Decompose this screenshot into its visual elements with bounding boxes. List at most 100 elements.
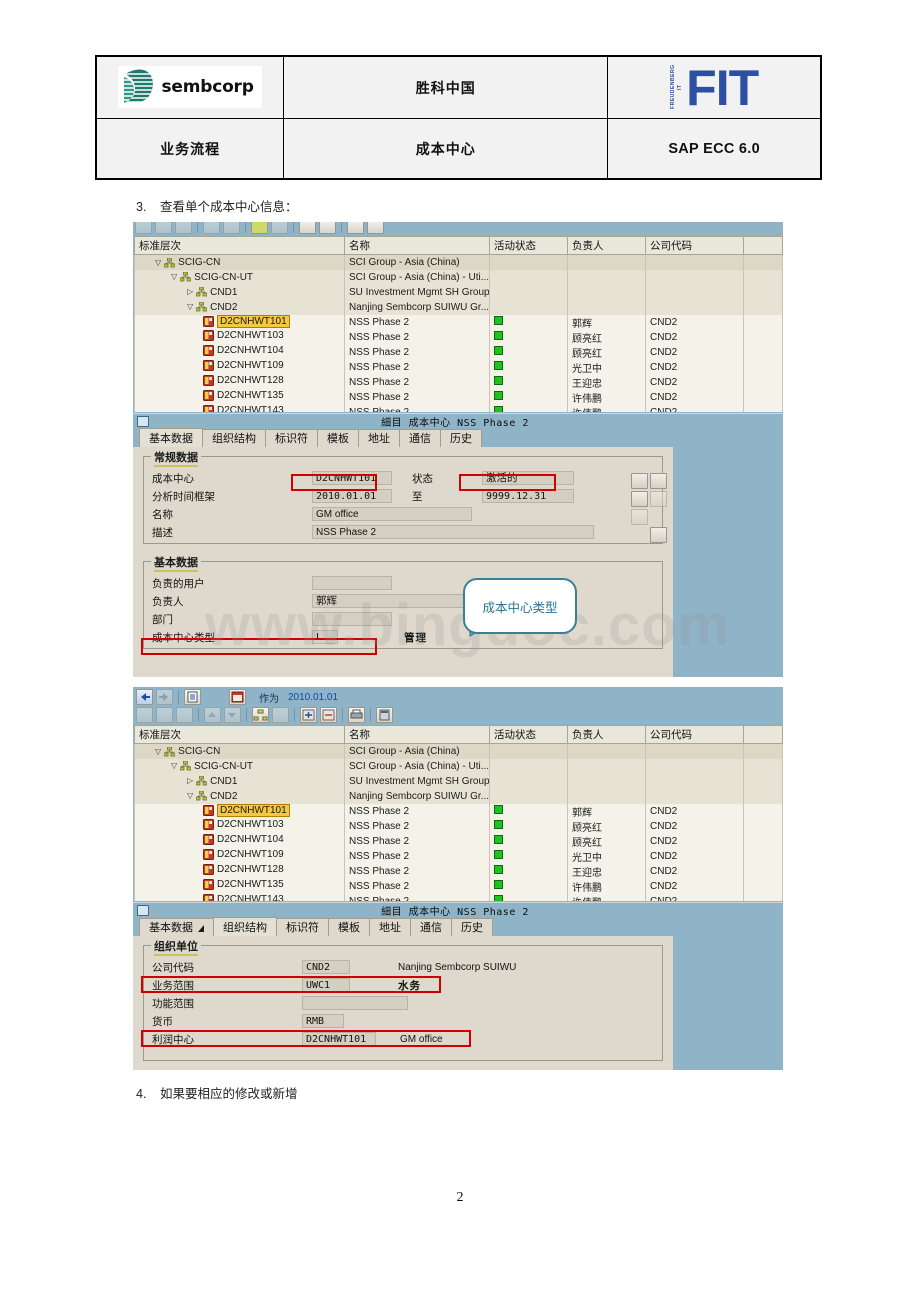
tree-column-header[interactable]: 负责人 [567, 236, 646, 255]
input-profit-center[interactable]: D2CNHWT101 [302, 1032, 376, 1046]
input-company-code[interactable]: CND2 [302, 960, 350, 974]
table-row[interactable]: D2CNHWT109 NSS Phase 2 光卫中 CND2 [134, 848, 783, 864]
tab-模板[interactable]: 模板 [328, 918, 370, 936]
tree-column-header[interactable]: 标准层次 [134, 236, 345, 255]
new-icon-button[interactable] [136, 707, 153, 723]
tree-node-cell[interactable]: D2CNHWT103 [134, 818, 345, 834]
toolbar-icon-copy[interactable] [155, 222, 172, 234]
table-row[interactable]: D2CNHWT143 NSS Phase 2 许伟鹏CND2 [134, 893, 783, 901]
input-valid-from[interactable]: 2010.01.01 [312, 489, 392, 503]
tree-node-cell[interactable]: D2CNHWT143 [134, 893, 345, 901]
table-row[interactable]: D2CNHWT104 NSS Phase 2 顾亮红 CND2 [134, 344, 783, 360]
chevron-right-icon[interactable]: ▷ [187, 777, 193, 785]
toolbar-icon-expand[interactable] [299, 222, 316, 234]
tree-node-cell[interactable]: D2CNHWT103 [134, 329, 345, 345]
toolbar-icon-new[interactable] [135, 222, 152, 234]
table-row[interactable]: ▷ CND1 SU Investment Mgmt SH Group [134, 773, 783, 789]
tree-node-cell[interactable]: D2CNHWT104 [134, 344, 345, 360]
tree-column-header[interactable]: 名称 [344, 725, 490, 744]
table-row[interactable]: D2CNHWT104 NSS Phase 2 顾亮红 CND2 [134, 833, 783, 849]
tab-历史[interactable]: 历史 [440, 429, 482, 447]
table-row[interactable]: ▽ SCIG-CN-UT SCI Group - Asia (China) - Ut… [134, 269, 783, 285]
tree-node-cell[interactable]: D2CNHWT135 [134, 389, 345, 405]
tab-通信[interactable]: 通信 [399, 429, 441, 447]
tree-node-cell[interactable]: D2CNHWT101 [134, 803, 345, 819]
input-description[interactable]: NSS Phase 2 [312, 525, 594, 539]
print-icon-button[interactable] [348, 707, 365, 723]
tab-基本数据[interactable]: 基本数据 [139, 918, 214, 936]
tree-column-header[interactable]: 标准层次 [134, 725, 345, 744]
lock-icon-button[interactable] [650, 473, 667, 489]
table-row[interactable]: D2CNHWT109 NSS Phase 2 光卫中 CND2 [134, 359, 783, 375]
tree-node-cell[interactable]: ▽ SCIG-CN [134, 743, 345, 759]
layout-icon-button[interactable] [376, 707, 393, 723]
copy2-icon-button[interactable] [631, 509, 648, 525]
tree-node-cell[interactable]: ▽ CND2 [134, 299, 345, 315]
collapse-icon-button[interactable] [320, 707, 337, 723]
structure-icon-button[interactable] [252, 707, 269, 723]
details-icon-button[interactable] [184, 689, 201, 705]
as-of-value[interactable]: 2010.01.01 [288, 692, 338, 703]
tab-标识符[interactable]: 标识符 [276, 918, 329, 936]
hierarchy-icon-button[interactable] [631, 491, 648, 507]
tree-node-cell[interactable]: D2CNHWT104 [134, 833, 345, 849]
tab-地址[interactable]: 地址 [358, 429, 400, 447]
tree-column-header[interactable] [743, 725, 783, 744]
tree-column-header[interactable] [743, 236, 783, 255]
input-name[interactable]: GM office [312, 507, 472, 521]
toolbar-icon-layout[interactable] [367, 222, 384, 234]
structure2-icon-button[interactable] [272, 707, 289, 723]
table-row[interactable]: ▽ SCIG-CN SCI Group - Asia (China) [134, 254, 783, 270]
input-business-area[interactable]: UWC1 [302, 978, 350, 992]
tree-column-header[interactable]: 公司代码 [645, 236, 744, 255]
toolbar-icon-structure2[interactable] [271, 222, 288, 234]
edit-icon-button[interactable] [650, 527, 667, 543]
toolbar-icon-structure[interactable] [251, 222, 268, 234]
tab-组织结构[interactable]: 组织结构 [213, 917, 277, 936]
table-row[interactable]: D2CNHWT101 NSS Phase 2 郭辉 CND2 [134, 803, 783, 819]
tree-node-cell[interactable]: ▽ SCIG-CN-UT [134, 758, 345, 774]
tab-通信[interactable]: 通信 [410, 918, 452, 936]
table-row[interactable]: ▷ CND1 SU Investment Mgmt SH Group [134, 284, 783, 300]
table-row[interactable]: ▽ SCIG-CN SCI Group - Asia (China) [134, 743, 783, 759]
table-row[interactable]: D2CNHWT101 NSS Phase 2 郭辉 CND2 [134, 314, 783, 330]
tree-column-header[interactable]: 活动状态 [489, 236, 568, 255]
input-functional-area[interactable] [302, 996, 408, 1010]
copy-icon-button[interactable] [156, 707, 173, 723]
forward-icon-button[interactable] [156, 689, 173, 705]
tab-地址[interactable]: 地址 [369, 918, 411, 936]
tree-node-cell[interactable]: D2CNHWT128 [134, 863, 345, 879]
tree-column-header[interactable]: 公司代码 [645, 725, 744, 744]
input-responsible-user[interactable] [312, 576, 392, 590]
tab-基本数据[interactable]: 基本数据 [139, 428, 203, 447]
table-row[interactable]: D2CNHWT135 NSS Phase 2 许伟鹏 CND2 [134, 878, 783, 894]
tree-node-cell[interactable]: D2CNHWT109 [134, 848, 345, 864]
tree-node-cell[interactable]: D2CNHWT135 [134, 878, 345, 894]
table-row[interactable]: ▽ CND2 Nanjing Sembcorp SUIWU Gr... [134, 788, 783, 804]
table-row[interactable]: ▽ CND2 Nanjing Sembcorp SUIWU Gr... [134, 299, 783, 315]
up-icon-button[interactable] [204, 707, 221, 723]
chevron-down-icon[interactable]: ▽ [155, 258, 161, 267]
calendar-icon-button[interactable] [229, 689, 246, 705]
tab-历史[interactable]: 历史 [451, 918, 493, 936]
tree-node-cell[interactable]: D2CNHWT128 [134, 374, 345, 390]
input-valid-to[interactable]: 9999.12.31 [482, 489, 574, 503]
tab-标识符[interactable]: 标识符 [265, 429, 318, 447]
tree-node-cell[interactable]: ▽ SCIG-CN-UT [134, 269, 345, 285]
toolbar-icon-print[interactable] [347, 222, 364, 234]
tree-node-cell[interactable]: D2CNHWT143 [134, 404, 345, 412]
toolbar-icon-up[interactable] [203, 222, 220, 234]
table-row[interactable]: D2CNHWT128 NSS Phase 2 王迎忠 CND2 [134, 374, 783, 390]
tree-column-header[interactable]: 活动状态 [489, 725, 568, 744]
chevron-down-icon[interactable]: ▽ [187, 792, 193, 800]
table-row[interactable]: ▽ SCIG-CN-UT SCI Group - Asia (China) - Ut… [134, 758, 783, 774]
tree-node-cell[interactable]: ▽ CND2 [134, 788, 345, 804]
chevron-down-icon[interactable]: ▽ [171, 273, 177, 281]
table-row[interactable]: D2CNHWT135 NSS Phase 2 许伟鹏 CND2 [134, 389, 783, 405]
toolbar-icon-collapse[interactable] [319, 222, 336, 234]
input-currency[interactable]: RMB [302, 1014, 344, 1028]
chevron-down-icon[interactable]: ▽ [155, 747, 161, 756]
back-icon-button[interactable] [136, 689, 153, 705]
table-row[interactable]: D2CNHWT143 NSS Phase 2 许伟鹏CND2 [134, 404, 783, 412]
tree-node-cell[interactable]: ▷ CND1 [134, 773, 345, 789]
